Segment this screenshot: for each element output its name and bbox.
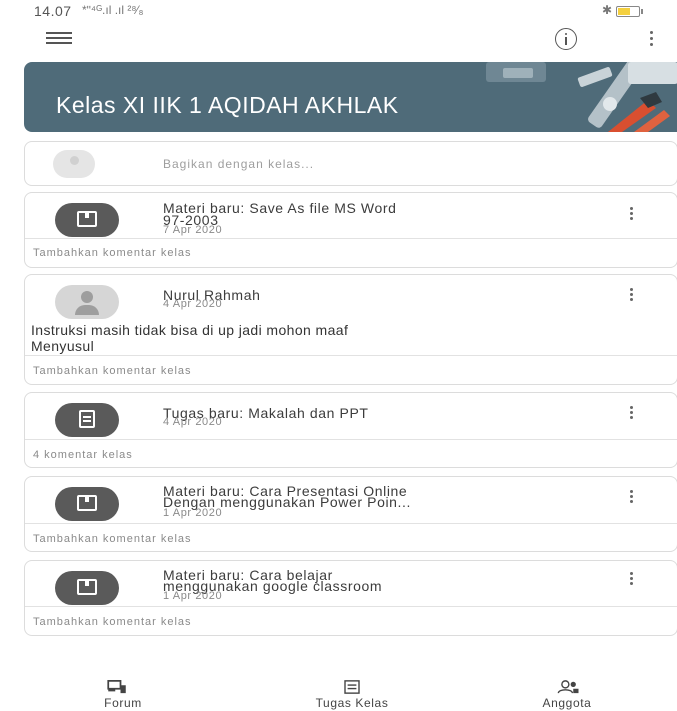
material-icon [55, 203, 119, 237]
class-title: Kelas XI IIK 1 AQIDAH AKHLAK [56, 92, 399, 118]
class-comments-link[interactable]: 4 komentar kelas [33, 449, 133, 461]
forum-icon [107, 680, 126, 694]
signal-icon: *ʺ⁴ᴳ.ıl .ıl ²⁸⁄₈ [82, 3, 144, 17]
post-date: 7 Apr 2020 [163, 224, 223, 236]
stream-post-3[interactable]: Tugas baru: Makalah dan PPT 4 Apr 2020 4… [24, 392, 677, 468]
post-date: 1 Apr 2020 [163, 507, 223, 519]
bottom-navigation: Forum Tugas Kelas Anggota [0, 676, 677, 711]
nav-forum-label: Forum [104, 696, 142, 710]
add-comment-link[interactable]: Tambahkan komentar kelas [33, 365, 192, 377]
classwork-icon [344, 680, 360, 694]
nav-forum[interactable]: Forum [53, 676, 193, 711]
class-banner: Kelas XI IIK 1 AQIDAH AKHLAK [24, 62, 677, 132]
add-comment-link[interactable]: Tambahkan komentar kelas [33, 533, 192, 545]
tools-illustration [486, 62, 677, 132]
bluetooth-icon: ✱ [602, 3, 613, 17]
add-comment-link[interactable]: Tambahkan komentar kelas [33, 616, 192, 628]
status-time: 14.07 [34, 3, 72, 19]
more-vert-icon[interactable] [630, 207, 634, 223]
share-input[interactable]: Bagikan dengan kelas... [163, 157, 314, 171]
nav-classwork[interactable]: Tugas Kelas [282, 676, 422, 711]
post-date: 4 Apr 2020 [163, 416, 223, 428]
divider [25, 523, 677, 524]
more-vert-icon[interactable] [630, 406, 634, 422]
app-bar [0, 24, 677, 54]
divider [25, 238, 677, 239]
info-icon[interactable] [555, 28, 577, 50]
divider [25, 355, 677, 356]
divider [25, 606, 677, 607]
divider [25, 439, 677, 440]
status-bar: 14.07 *ʺ⁴ᴳ.ıl .ıl ²⁸⁄₈ ✱ [0, 0, 677, 22]
nav-people-label: Anggota [542, 696, 592, 710]
share-box[interactable]: Bagikan dengan kelas... [24, 141, 677, 186]
people-icon [557, 680, 579, 694]
more-vert-icon[interactable] [630, 490, 634, 506]
more-vert-icon[interactable] [630, 572, 634, 588]
assignment-icon [55, 403, 119, 437]
post-date: 1 Apr 2020 [163, 590, 223, 602]
avatar [55, 285, 119, 319]
post-body-line2: Menyusul [31, 338, 95, 354]
add-comment-link[interactable]: Tambahkan komentar kelas [33, 247, 192, 259]
more-vert-icon[interactable] [630, 288, 634, 304]
more-vert-icon[interactable] [650, 31, 654, 47]
nav-classwork-label: Tugas Kelas [315, 696, 389, 710]
material-icon [55, 487, 119, 521]
stream-post-1[interactable]: Materi baru: Save As file MS Word 97-200… [24, 192, 677, 268]
material-icon [55, 571, 119, 605]
stream-post-4[interactable]: Materi baru: Cara Presentasi Online Deng… [24, 476, 677, 552]
stream-post-5[interactable]: Materi baru: Cara belajar menggunakan go… [24, 560, 677, 636]
post-date: 4 Apr 2020 [163, 298, 223, 310]
menu-icon[interactable] [46, 32, 72, 46]
avatar [53, 150, 95, 178]
nav-people[interactable]: Anggota [497, 676, 637, 711]
battery-icon [616, 6, 643, 17]
stream-post-2[interactable]: Nurul Rahmah 4 Apr 2020 Instruksi masih … [24, 274, 677, 385]
